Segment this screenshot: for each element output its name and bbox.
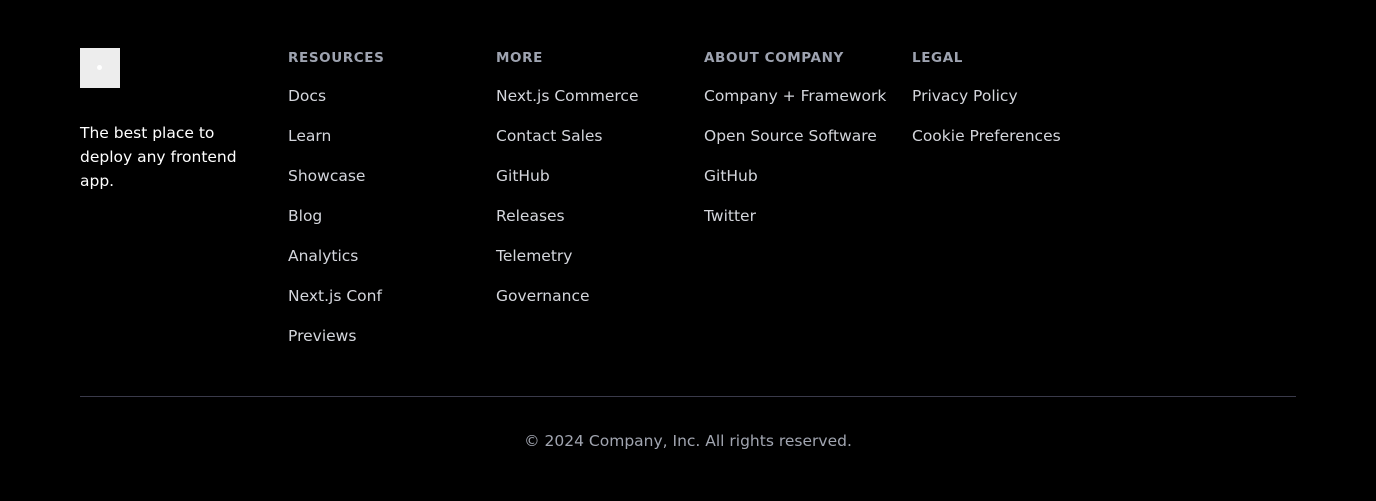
footer-link-blog[interactable]: Blog bbox=[288, 207, 322, 225]
footer-link-telemetry[interactable]: Telemetry bbox=[496, 247, 572, 265]
column-heading: RESOURCES bbox=[288, 50, 385, 66]
footer-link-privacy-policy[interactable]: Privacy Policy bbox=[912, 87, 1018, 105]
footer-link-company-framework[interactable]: Company + Framework bbox=[704, 87, 886, 105]
link-list: Privacy Policy Cookie Preferences bbox=[912, 86, 1112, 166]
link-list: Next.js Commerce Contact Sales GitHub Re… bbox=[496, 86, 696, 326]
footer-column-more: MORE Next.js Commerce Contact Sales GitH… bbox=[496, 48, 696, 326]
footer-link-analytics[interactable]: Analytics bbox=[288, 247, 358, 265]
brand-block: The best place to deploy any frontend ap… bbox=[80, 48, 256, 193]
footer-link-github[interactable]: GitHub bbox=[496, 167, 550, 185]
footer-link-cookie-preferences[interactable]: Cookie Preferences bbox=[912, 127, 1061, 145]
brand-tagline: The best place to deploy any frontend ap… bbox=[80, 124, 237, 190]
footer-link-showcase[interactable]: Showcase bbox=[288, 167, 365, 185]
footer-column-about-company: ABOUT COMPANY Company + Framework Open S… bbox=[704, 48, 904, 246]
footer-link-nextjs-commerce[interactable]: Next.js Commerce bbox=[496, 87, 638, 105]
footer-link-previews[interactable]: Previews bbox=[288, 327, 356, 345]
footer-link-releases[interactable]: Releases bbox=[496, 207, 565, 225]
footer-link-twitter[interactable]: Twitter bbox=[704, 207, 756, 225]
footer-link-github[interactable]: GitHub bbox=[704, 167, 758, 185]
column-heading: LEGAL bbox=[912, 50, 963, 66]
copyright-text: © 2024 Company, Inc. All rights reserved… bbox=[524, 432, 852, 450]
footer-link-open-source-software[interactable]: Open Source Software bbox=[704, 127, 877, 145]
column-heading: MORE bbox=[496, 50, 543, 66]
footer-link-governance[interactable]: Governance bbox=[496, 287, 590, 305]
footer-column-legal: LEGAL Privacy Policy Cookie Preferences bbox=[912, 48, 1112, 166]
footer-link-contact-sales[interactable]: Contact Sales bbox=[496, 127, 603, 145]
footer-link-docs[interactable]: Docs bbox=[288, 87, 326, 105]
logo-mark-icon bbox=[97, 65, 102, 70]
link-list: Docs Learn Showcase Blog Analytics Next.… bbox=[288, 86, 488, 366]
footer-link-nextjs-conf[interactable]: Next.js Conf bbox=[288, 287, 382, 305]
footer-column-resources: RESOURCES Docs Learn Showcase Blog Analy… bbox=[288, 48, 488, 366]
footer-link-learn[interactable]: Learn bbox=[288, 127, 331, 145]
logo-icon[interactable] bbox=[80, 48, 120, 88]
footer-divider bbox=[80, 396, 1296, 397]
site-footer: The best place to deploy any frontend ap… bbox=[0, 0, 1376, 501]
column-heading: ABOUT COMPANY bbox=[704, 50, 844, 66]
link-list: Company + Framework Open Source Software… bbox=[704, 86, 904, 246]
